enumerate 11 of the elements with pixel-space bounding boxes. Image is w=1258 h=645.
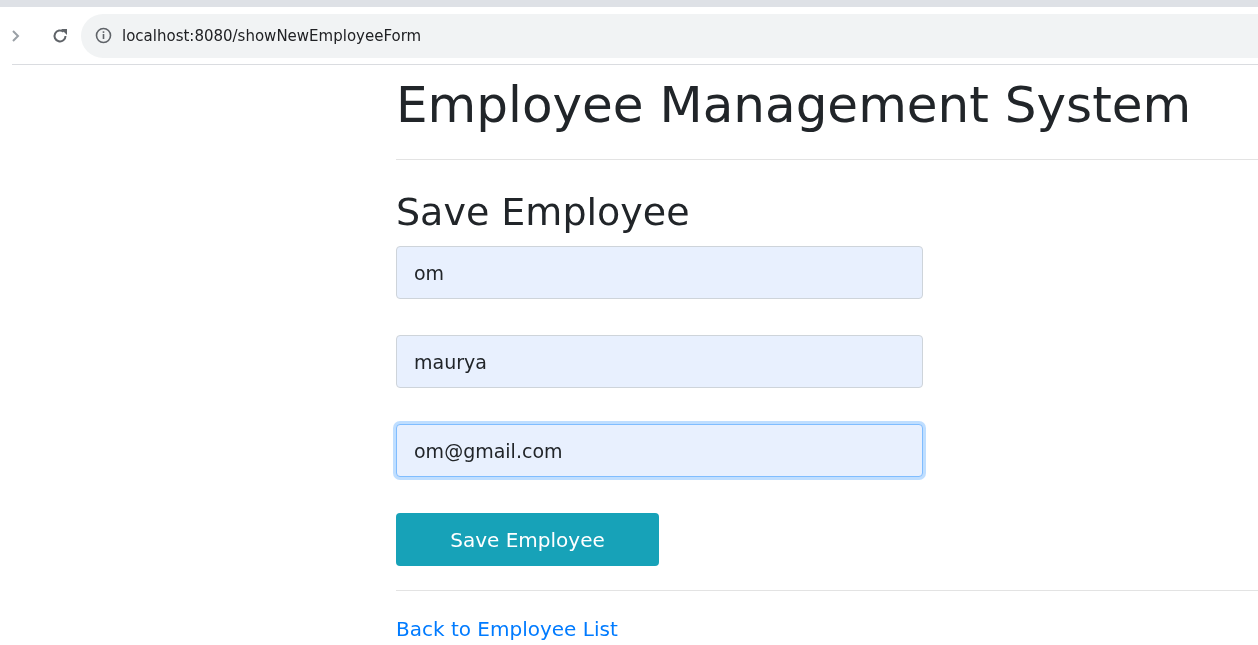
page-title: Employee Management System xyxy=(396,75,1193,136)
reload-icon[interactable] xyxy=(51,26,69,45)
input-field[interactable]: om xyxy=(396,246,923,299)
info-icon[interactable] xyxy=(95,27,112,44)
back-link[interactable]: Back to Employee List xyxy=(396,617,618,641)
form-title: Save Employee xyxy=(396,189,691,236)
input-field[interactable]: om@gmail.com xyxy=(396,424,923,477)
input-field[interactable]: maurya xyxy=(396,335,923,388)
forward-icon[interactable] xyxy=(12,29,20,42)
address-bar[interactable]: localhost:8080/showNewEmployeeForm xyxy=(81,13,1258,58)
url-text: localhost:8080/showNewEmployeeForm xyxy=(122,26,422,45)
